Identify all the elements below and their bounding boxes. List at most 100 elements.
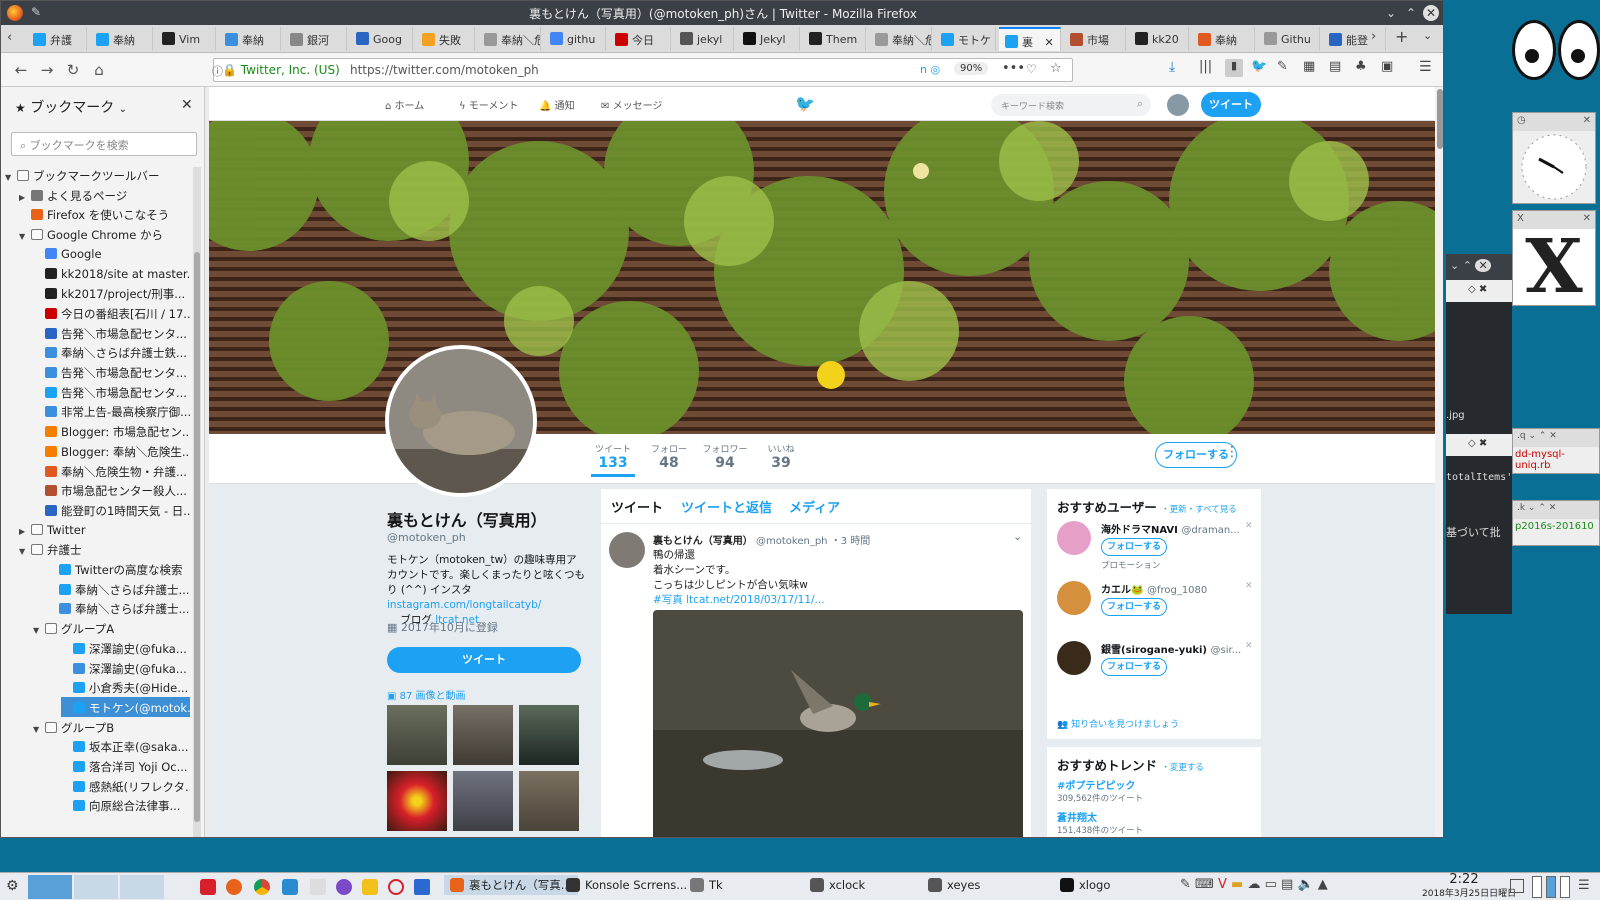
nav-messages[interactable]: ✉ メッセージ [601, 97, 662, 112]
konsole-window-fragment[interactable]: ⌄ ⌃ ✕ ◇ ✖ .jpg ◇ ✖ totalItems' 基づいて批 [1446, 254, 1512, 614]
browser-tab[interactable]: jekyl [674, 27, 734, 51]
bookmark-item[interactable]: 坂本正幸(@saka... [61, 736, 190, 756]
chrome-icon[interactable] [254, 879, 270, 895]
chevron-down-icon[interactable]: ⌄ [1013, 530, 1022, 543]
expand-arrow-icon[interactable]: ▶ [19, 193, 31, 202]
follow-button[interactable]: フォローする [1101, 658, 1167, 676]
network-icon[interactable]: ▭ [1265, 877, 1277, 892]
task-konsole[interactable]: Konsole Scrrens... [566, 878, 687, 892]
system-tray[interactable]: ✎ ⌨ V ▬ ☁ ▭ ▤ 🔈 ▲ [1180, 877, 1328, 892]
twitter-extension-icon[interactable]: 🐦 [1251, 59, 1267, 74]
tweet[interactable]: 裏もとけん（写真用） @motoken_ph ・3 時間 ⌄ 鴨の帰還 着水シー… [601, 523, 1031, 837]
instagram-link[interactable]: instagram.com/longtailcatyb/ [387, 599, 541, 611]
user-name[interactable]: カエル🐸 @frog_1080 [1101, 581, 1207, 596]
browser-tab[interactable]: 弁護 [27, 27, 87, 51]
download-icon[interactable]: ⤓ [1169, 59, 1175, 75]
twitter-search-input[interactable]: キーワード検索 ⌕ [991, 94, 1151, 116]
change-trends-link[interactable]: ・変更する [1161, 763, 1204, 773]
xlogo-window[interactable]: X ✕ X [1512, 210, 1596, 306]
bookmark-folder[interactable]: ▼ ブックマークツールバー [5, 165, 190, 185]
desktop-pager-3[interactable] [120, 875, 164, 899]
files-icon[interactable] [310, 879, 326, 895]
pager-mini[interactable] [1560, 876, 1570, 898]
settings-icon[interactable] [282, 879, 298, 895]
expand-arrow-icon[interactable]: ▼ [19, 547, 31, 556]
bookmark-item[interactable]: ▶ よく見るページ [19, 185, 190, 205]
bookmark-folder[interactable]: ▶ Twitter [19, 520, 190, 540]
sidebar-header[interactable]: ★ ブックマーク ⌄ [15, 97, 127, 117]
grid-icon[interactable]: ▦ [1303, 59, 1315, 74]
bookmark-item[interactable]: 市場急配センター殺人... [33, 480, 190, 500]
nav-moments[interactable]: ϟ モーメント [459, 97, 518, 112]
evernote-icon[interactable]: ♣ [1355, 59, 1367, 74]
keyboard-icon[interactable]: ⌨ [1195, 877, 1214, 892]
xclock-titlebar[interactable]: ◷ ✕ [1513, 113, 1595, 131]
refresh-link[interactable]: ・更新・すべて見る [1161, 505, 1237, 515]
browser-tab[interactable]: Vim [156, 27, 216, 51]
konsole-tabbar[interactable]: ◇ ✖ [1446, 434, 1512, 456]
recommended-user[interactable]: 海外ドラマNAVI @draman... フォローする ✕ プロモーション [1057, 521, 1257, 571]
tab-scroll-left-icon[interactable]: ‹ [7, 30, 12, 45]
tab-scroll-right-icon[interactable]: › [1371, 29, 1376, 44]
emacs-icon[interactable] [336, 879, 352, 895]
pocket-icon[interactable]: ♡ [1026, 62, 1037, 76]
bookmark-item[interactable]: Blogger: 市場急配セン... [33, 421, 190, 441]
bookmark-item[interactable]: Blogger: 奉納＼危険生... [33, 441, 190, 461]
page-actions-icon[interactable]: ••• [1002, 61, 1025, 76]
tab-tweets-replies[interactable]: ツイートと返信 [681, 497, 772, 516]
media-thumb[interactable] [453, 771, 513, 831]
browser-tab[interactable]: 銀河 [284, 27, 347, 51]
vivaldi-tray-icon[interactable]: V [1218, 877, 1227, 892]
stat-0[interactable]: ツイート 133 [583, 442, 643, 477]
clock[interactable]: 2:22 2018年3月25日日曜日 [1422, 873, 1516, 899]
bookmark-item[interactable]: 今日の番組表[石川 / 17... [33, 303, 190, 323]
nav-home[interactable]: ⌂ ホーム [385, 97, 424, 112]
folder-icon[interactable]: ▬ [1231, 877, 1243, 892]
bookmark-item[interactable]: 奉納＼さらば弁護士鉄... [33, 342, 190, 362]
desktop-pager-2[interactable] [74, 875, 118, 899]
bookmark-item[interactable]: 奉納＼さらば弁護士... [47, 598, 190, 618]
sidebar-close-button[interactable]: ✕ [181, 97, 193, 113]
expand-arrow-icon[interactable]: ▼ [33, 725, 45, 734]
volume-icon[interactable]: 🔈 [1297, 877, 1313, 892]
bookmark-folder[interactable]: ▼ グループB [33, 717, 190, 737]
scrollbar-thumb[interactable] [1437, 89, 1443, 149]
close-tab-icon[interactable]: ✕ [1041, 36, 1053, 49]
document-icon[interactable] [414, 879, 430, 895]
task-[interactable]: 裏もとけん（写真... [444, 875, 578, 895]
close-icon[interactable]: ✕ [1583, 115, 1591, 126]
browser-tab[interactable]: 失敗 [416, 27, 475, 51]
sidebar-toggle-icon[interactable]: ▮ [1225, 59, 1243, 77]
expand-arrow-icon[interactable]: ▼ [5, 173, 17, 182]
browser-tab[interactable]: 奉納 [90, 27, 153, 51]
stat-1[interactable]: フォロー 48 [639, 442, 699, 471]
pager-mini[interactable] [1532, 876, 1542, 898]
expand-arrow-icon[interactable]: ▶ [19, 527, 31, 536]
bookmark-item[interactable]: Twitterの高度な検索 [47, 559, 190, 579]
media-thumb[interactable] [519, 705, 579, 765]
more-options-icon[interactable]: ⋮ [1225, 444, 1239, 460]
firefox-icon[interactable] [226, 879, 242, 895]
scrollbar-thumb[interactable] [194, 252, 200, 822]
url-bar[interactable]: ⓘ 🔒 Twitter, Inc. (US) https://twitter.c… [212, 58, 1073, 82]
bookmark-folder[interactable]: ▼ Google Chrome から [19, 224, 190, 244]
tweet-photo[interactable] [653, 610, 1023, 837]
panel-menu-icon[interactable]: ☰ [1578, 878, 1590, 893]
task-tk[interactable]: Tk [690, 878, 723, 892]
page-scrollbar[interactable] [1435, 87, 1443, 837]
konsole-tabbar[interactable]: ◇ ✖ [1446, 280, 1512, 302]
bookmark-item[interactable]: 向原総合法律事... [61, 795, 190, 815]
close-icon[interactable]: ✕ [1475, 259, 1491, 272]
sidebar-scrollbar[interactable] [193, 167, 201, 837]
reload-button[interactable]: ↻ [63, 61, 83, 79]
trend-item[interactable]: 蒼井翔太 151,438件のツイート [1057, 809, 1143, 836]
xeyes-left-eye[interactable] [1512, 20, 1556, 80]
bookmark-item[interactable]: 奉納＼危険生物・弁護... [33, 461, 190, 481]
avatar[interactable] [1057, 581, 1091, 615]
stat-2[interactable]: フォロワー 94 [695, 442, 755, 471]
pen-icon[interactable]: ✎ [1277, 59, 1288, 74]
browser-tab[interactable]: 奉納＼危 [478, 27, 541, 51]
pager-mini[interactable] [1546, 876, 1556, 898]
media-thumb[interactable] [453, 705, 513, 765]
avatar[interactable] [1167, 94, 1189, 116]
